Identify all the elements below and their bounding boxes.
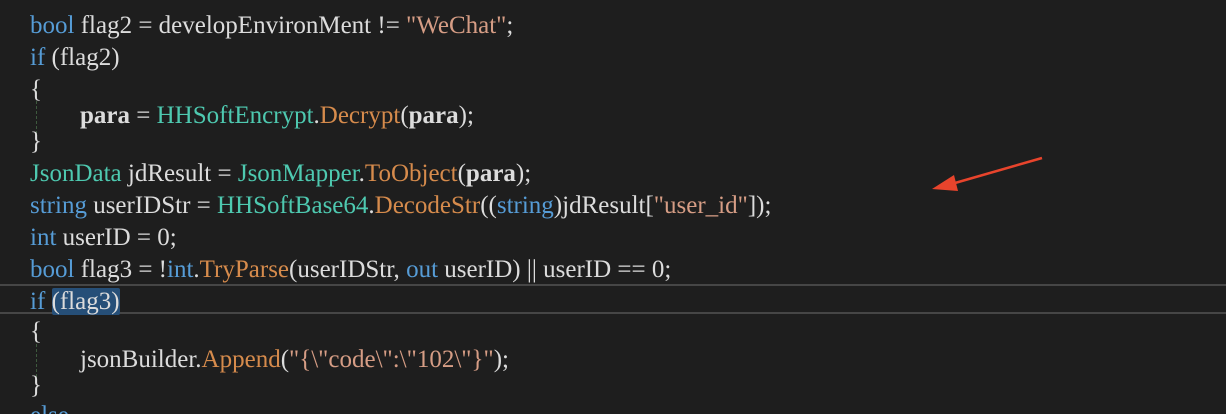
code-line[interactable]: } bbox=[30, 370, 42, 402]
code-line[interactable]: string userIDStr = HHSoftBase64.DecodeSt… bbox=[30, 190, 771, 222]
code-line[interactable]: jsonBuilder.Append("{\"code\":\"102\"}")… bbox=[80, 344, 509, 376]
code-token: Decrypt bbox=[319, 102, 401, 129]
code-token: "WeChat" bbox=[406, 12, 507, 39]
code-token: if bbox=[30, 44, 46, 71]
code-token: para bbox=[465, 160, 516, 187]
code-token: } bbox=[30, 372, 42, 399]
code-token: DecodeStr bbox=[374, 192, 481, 219]
code-token: HHSoftBase64 bbox=[217, 192, 369, 219]
code-token: (( bbox=[480, 192, 497, 219]
code-token: "user_id" bbox=[653, 192, 748, 219]
code-token: = bbox=[130, 102, 157, 129]
code-line[interactable]: bool flag2 = developEnvironMent != "WeCh… bbox=[30, 10, 513, 42]
code-token: userIDStr = bbox=[86, 192, 218, 219]
code-token: bool bbox=[30, 256, 75, 283]
arrow-icon bbox=[932, 156, 1043, 191]
code-token: ; bbox=[506, 12, 514, 39]
code-token: ToObject bbox=[364, 160, 458, 187]
code-token: JsonData bbox=[30, 160, 122, 187]
code-token: ]); bbox=[747, 192, 772, 219]
code-token: out bbox=[406, 256, 439, 283]
code-token: (userIDStr, bbox=[289, 256, 407, 283]
code-line[interactable]: para = HHSoftEncrypt.Decrypt(para); bbox=[80, 100, 474, 132]
code-token: TryParse bbox=[199, 256, 290, 283]
code-token: { bbox=[30, 76, 42, 103]
code-token: (flag3) bbox=[51, 288, 120, 315]
code-token: HHSoftEncrypt bbox=[156, 102, 314, 129]
code-line[interactable]: if (flag2) bbox=[30, 42, 120, 74]
code-editor[interactable]: bool flag2 = developEnvironMent != "WeCh… bbox=[0, 0, 1226, 414]
code-line[interactable]: JsonData jdResult = JsonMapper.ToObject(… bbox=[30, 158, 531, 190]
code-line[interactable]: { bbox=[30, 74, 42, 106]
code-token: JsonMapper bbox=[237, 160, 359, 187]
code-token: ); bbox=[515, 160, 532, 187]
code-token: userID) || userID == 0; bbox=[438, 256, 672, 283]
code-token: jdResult = bbox=[121, 160, 238, 187]
current-line-highlight bbox=[0, 284, 1226, 314]
code-line[interactable]: else bbox=[30, 400, 69, 414]
code-token: ( bbox=[457, 160, 466, 187]
code-token: int bbox=[30, 224, 57, 251]
code-token: "{\"code\":\"102\"}" bbox=[289, 346, 494, 373]
code-token: { bbox=[30, 318, 42, 345]
code-line[interactable]: int userID = 0; bbox=[30, 222, 177, 254]
code-token: ( bbox=[280, 346, 290, 373]
code-token: userID = 0; bbox=[56, 224, 177, 251]
code-token: Append bbox=[201, 346, 281, 373]
code-token: jsonBuilder bbox=[80, 346, 196, 373]
code-token: string bbox=[496, 192, 554, 219]
code-token: ( bbox=[400, 102, 409, 129]
code-token: bool bbox=[30, 12, 75, 39]
code-token: else bbox=[30, 402, 69, 414]
code-token: )jdResult[ bbox=[553, 192, 654, 219]
code-line[interactable]: { bbox=[30, 316, 42, 348]
code-token: string bbox=[30, 192, 87, 219]
code-token: para bbox=[408, 102, 459, 129]
code-line[interactable]: bool flag3 = !int.TryParse(userIDStr, ou… bbox=[30, 254, 671, 286]
code-token: int bbox=[167, 256, 194, 283]
code-token: if bbox=[30, 288, 46, 315]
code-token: ); bbox=[493, 346, 509, 373]
code-line[interactable]: } bbox=[30, 126, 42, 158]
code-token: flag2 = developEnvironMent != bbox=[74, 12, 407, 39]
code-token: ); bbox=[458, 102, 474, 129]
code-token: flag3 = ! bbox=[74, 256, 167, 283]
code-token: } bbox=[30, 128, 42, 155]
code-token: (flag2) bbox=[45, 44, 120, 71]
code-token: para bbox=[80, 102, 130, 129]
code-line[interactable]: if (flag3) bbox=[30, 286, 120, 318]
